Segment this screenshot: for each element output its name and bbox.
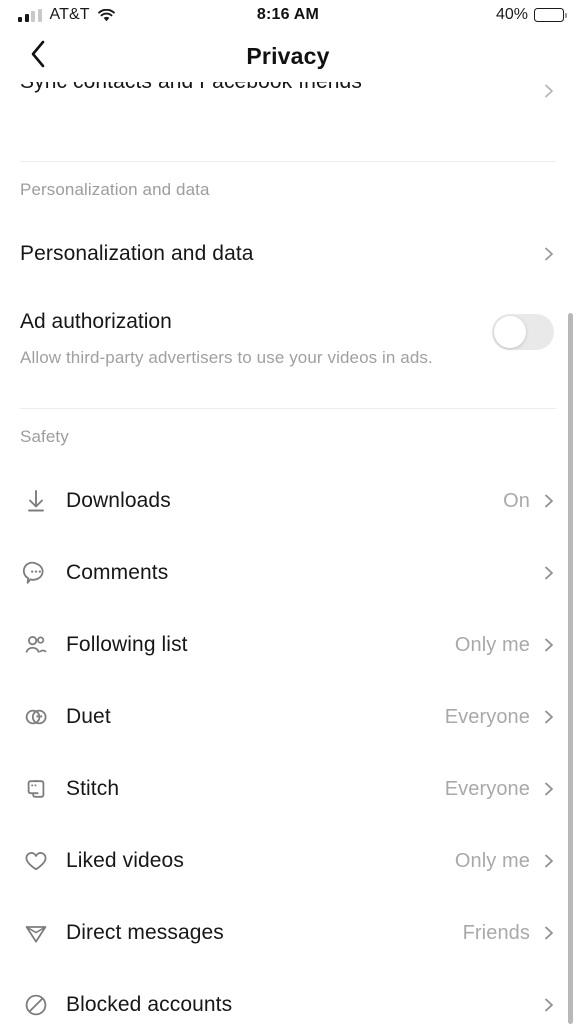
chevron-right-icon: [542, 566, 556, 580]
list-item-comments[interactable]: Comments: [0, 537, 576, 609]
download-icon: [20, 485, 52, 517]
chevron-right-icon: [542, 998, 556, 1012]
clock-label: 8:16 AM: [256, 6, 320, 23]
list-item-right: [530, 566, 556, 580]
section-heading-personalization: Personalization and data: [20, 180, 210, 199]
list-item-value: Only me: [454, 849, 530, 872]
list-item-label: Duet: [66, 705, 111, 728]
list-item-personalization-and-data[interactable]: Personalization and data: [0, 218, 576, 290]
chevron-right-icon: [542, 782, 556, 796]
section-heading-safety: Safety: [20, 427, 69, 446]
battery-icon: [534, 8, 567, 22]
list-item-right: [542, 82, 556, 98]
block-circle-icon: [20, 989, 52, 1021]
settings-list: Sync contacts and Facebook friends Perso…: [0, 82, 576, 1024]
list-item-label: Blocked accounts: [66, 993, 233, 1016]
list-item-value: Everyone: [444, 777, 530, 800]
duet-icon: [20, 701, 52, 733]
battery-percent-label: 40%: [495, 6, 528, 23]
list-item-right: On: [503, 490, 556, 513]
chevron-right-icon: [542, 926, 556, 940]
list-item-label: Liked videos: [66, 849, 184, 872]
navigation-bar: Privacy: [0, 30, 576, 82]
list-item-right: [542, 247, 556, 261]
chevron-right-icon: [542, 710, 556, 724]
list-item-liked-videos[interactable]: Liked videos Only me: [0, 825, 576, 897]
list-item-stitch[interactable]: Stitch Everyone: [0, 753, 576, 825]
list-item-value: Friends: [462, 921, 530, 944]
list-item-label: Stitch: [66, 777, 120, 800]
list-item-label: Personalization and data: [20, 242, 254, 265]
list-item-right: Everyone: [445, 778, 556, 801]
list-item-label: Downloads: [66, 489, 171, 512]
phone-screen: AT&T 8:16 AM 40% Privacy Personalization…: [0, 0, 576, 1024]
list-item-description: Allow third-party advertisers to use you…: [20, 348, 433, 367]
paper-plane-icon: [20, 917, 52, 949]
list-item-following-list[interactable]: Following list Only me: [0, 609, 576, 681]
vertical-scrollbar[interactable]: [568, 313, 573, 1024]
heart-icon: [20, 845, 52, 877]
list-item-right: Everyone: [445, 706, 556, 729]
toggle-knob: [494, 316, 526, 348]
chevron-right-icon: [542, 247, 556, 261]
status-bar: AT&T 8:16 AM 40%: [0, 0, 576, 30]
stitch-icon: [20, 773, 52, 805]
list-item-right: Only me: [455, 850, 556, 873]
list-item-ad-authorization[interactable]: Ad authorization Allow third-party adver…: [0, 290, 576, 390]
list-item-value: Only me: [454, 633, 530, 656]
list-item-blocked-accounts[interactable]: Blocked accounts: [0, 969, 576, 1024]
list-item-label: Direct messages: [66, 921, 224, 944]
list-item-label: Sync contacts and Facebook friends: [20, 82, 362, 92]
status-bar-right: 40%: [495, 6, 567, 24]
chevron-right-icon: [542, 494, 556, 508]
list-item-label: Comments: [66, 561, 169, 584]
list-item-downloads[interactable]: Downloads On: [0, 465, 576, 537]
list-item-value: On: [503, 489, 530, 512]
list-item-duet[interactable]: Duet Everyone: [0, 681, 576, 753]
page-title: Privacy: [246, 42, 330, 69]
comment-bubble-icon: [20, 557, 52, 589]
list-item-sync-contacts[interactable]: Sync contacts and Facebook friends: [0, 82, 576, 138]
list-item-direct-messages[interactable]: Direct messages Friends: [0, 897, 576, 969]
list-item-value: Everyone: [444, 705, 530, 728]
list-item-right: Only me: [455, 634, 556, 657]
list-item-label: Ad authorization: [20, 310, 172, 333]
list-item-label: Following list: [66, 633, 188, 656]
ad-authorization-toggle[interactable]: [492, 314, 554, 350]
chevron-right-icon: [542, 84, 556, 98]
list-item-right: [530, 998, 556, 1012]
people-icon: [20, 629, 52, 661]
chevron-right-icon: [542, 638, 556, 652]
list-item-right: Friends: [463, 922, 556, 945]
chevron-right-icon: [542, 854, 556, 868]
